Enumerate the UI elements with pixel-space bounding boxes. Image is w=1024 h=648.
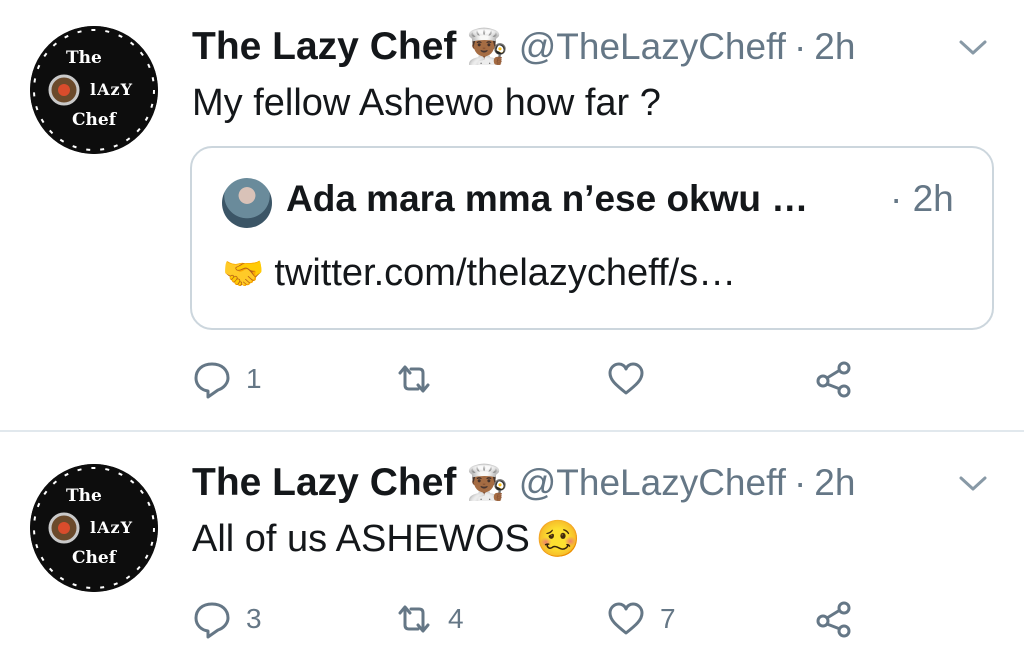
- quoted-display-name: Ada mara mma n’ese okwu …: [286, 178, 809, 219]
- quoted-avatar[interactable]: [222, 178, 272, 228]
- chef-emoji-icon: 👨🏾‍🍳: [466, 464, 509, 502]
- tweet-header: The Lazy Chef 👨🏾‍🍳 @TheLazyCheff · 2h: [192, 460, 855, 506]
- retweet-count: 4: [448, 603, 464, 634]
- share-button[interactable]: [814, 596, 854, 642]
- like-count: 7: [660, 603, 676, 634]
- share-icon: [816, 601, 851, 638]
- quoted-link[interactable]: twitter.com/thelazycheff/s…: [274, 252, 736, 294]
- reply-button[interactable]: 3: [192, 596, 262, 642]
- avatar-text: Chef: [72, 110, 117, 130]
- quoted-tweet[interactable]: Ada mara mma n’ese okwu … · 2h 🤝 twitter.…: [190, 146, 994, 330]
- avatar-text: The: [66, 486, 102, 506]
- share-button[interactable]: [814, 356, 854, 402]
- tweet[interactable]: The lAzY Chef The Lazy Chef 👨🏾‍🍳 @TheLaz…: [0, 432, 1024, 648]
- tweet-actions: 3 4 7: [0, 596, 1024, 646]
- tweet-actions: 1: [0, 356, 1024, 406]
- like-button[interactable]: [606, 356, 660, 402]
- chef-emoji-icon: 👨🏾‍🍳: [466, 28, 509, 66]
- user-handle[interactable]: @TheLazyCheff: [519, 26, 786, 68]
- tweet-text: All of us ASHEWOS 🥴: [192, 518, 581, 561]
- reply-icon: [194, 362, 230, 399]
- reply-count: 1: [246, 363, 262, 394]
- tweet[interactable]: The lAzY Chef The Lazy Chef 👨🏾‍🍳 @TheLaz…: [0, 0, 1024, 430]
- chevron-down-icon[interactable]: [958, 474, 988, 494]
- separator-dot: ·: [793, 462, 807, 503]
- avatar-text: Chef: [72, 548, 117, 568]
- avatar-text: lAzY: [90, 80, 133, 99]
- reply-icon: [194, 602, 230, 639]
- like-icon: [608, 602, 644, 635]
- tweet-text: My fellow Ashewo how far ?: [192, 82, 661, 124]
- quoted-timestamp: · 2h: [890, 178, 954, 219]
- user-handle[interactable]: @TheLazyCheff: [519, 462, 786, 504]
- avatar-text: The: [66, 48, 102, 68]
- avatar[interactable]: The lAzY Chef: [30, 464, 158, 592]
- retweet-icon: [398, 605, 430, 633]
- avatar-text: lAzY: [90, 518, 133, 537]
- timestamp[interactable]: 2h: [814, 462, 855, 504]
- chevron-down-icon[interactable]: [958, 38, 988, 58]
- like-button[interactable]: 7: [606, 596, 676, 642]
- quoted-text: 🤝 twitter.com/thelazycheff/s…: [222, 252, 736, 295]
- display-name[interactable]: The Lazy Chef: [192, 25, 456, 69]
- reply-count: 3: [246, 603, 262, 634]
- separator-dot: ·: [793, 26, 807, 67]
- display-name[interactable]: The Lazy Chef: [192, 461, 456, 505]
- avatar[interactable]: The lAzY Chef: [30, 26, 158, 154]
- tweet-text-content: All of us ASHEWOS: [192, 518, 530, 560]
- reply-button[interactable]: 1: [192, 356, 262, 402]
- timestamp[interactable]: 2h: [814, 26, 855, 68]
- tweet-header: The Lazy Chef 👨🏾‍🍳 @TheLazyCheff · 2h: [192, 24, 855, 70]
- like-icon: [608, 362, 644, 395]
- handshake-emoji-icon: 🤝: [222, 255, 265, 293]
- retweet-icon: [398, 365, 430, 393]
- woozy-face-emoji-icon: 🥴: [535, 518, 581, 559]
- retweet-button[interactable]: [394, 356, 448, 402]
- share-icon: [816, 361, 851, 398]
- retweet-button[interactable]: 4: [394, 596, 464, 642]
